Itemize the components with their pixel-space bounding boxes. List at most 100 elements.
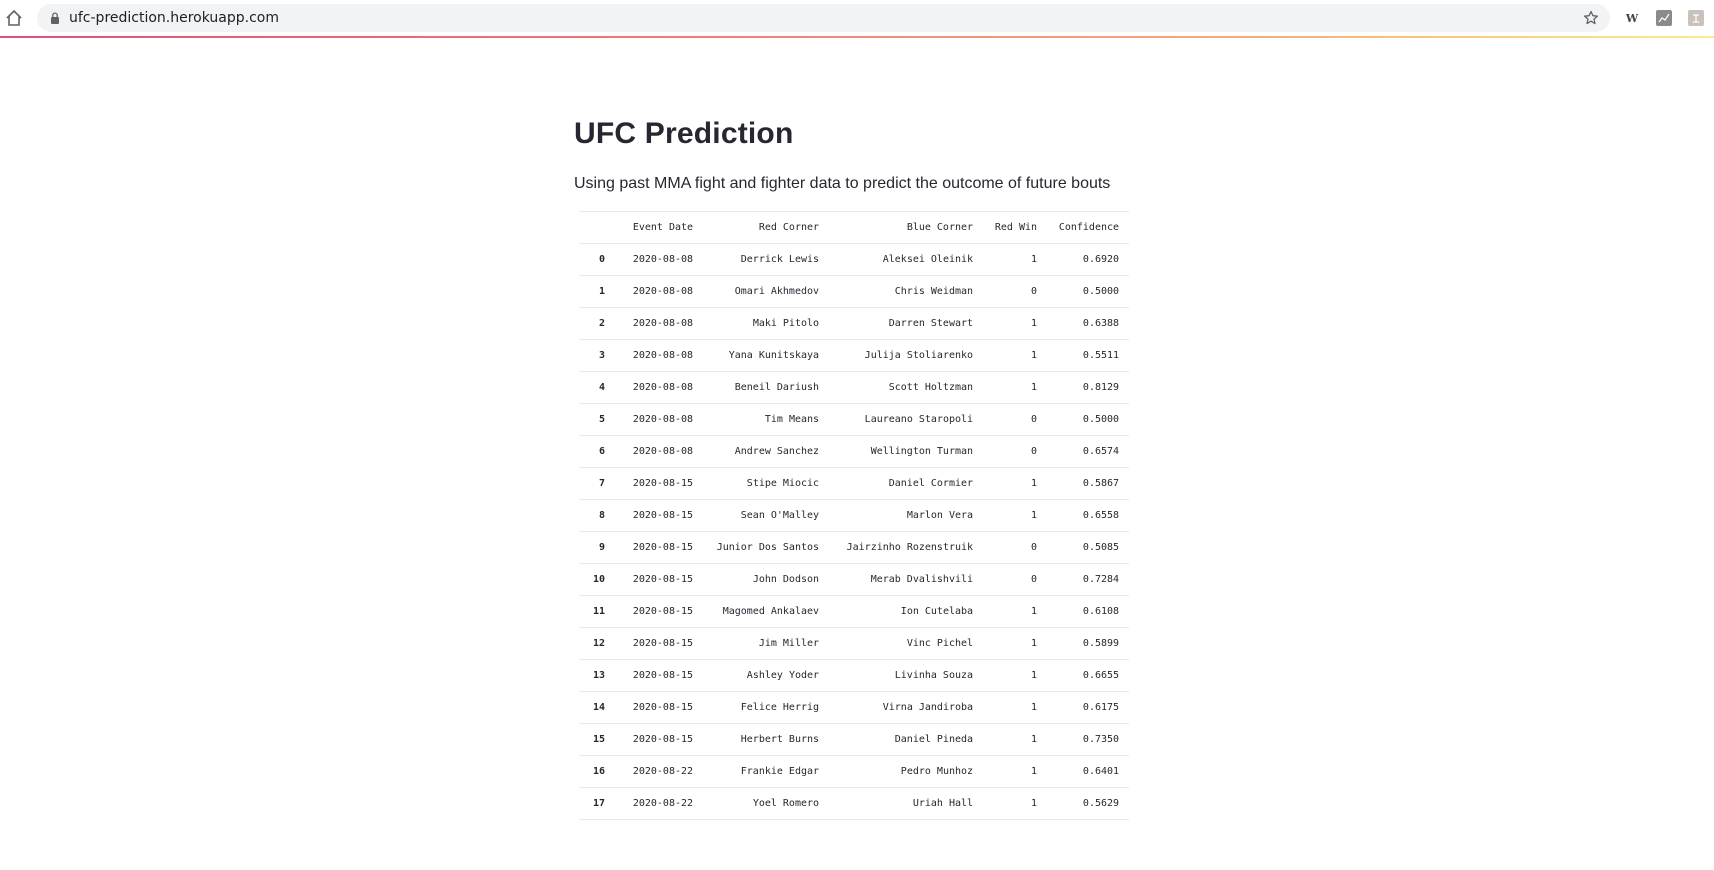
column-header-red-win[interactable]: Red Win <box>983 211 1048 244</box>
cell-event-date[interactable]: 2020-08-15 <box>613 563 704 596</box>
cell-blue-corner[interactable]: Pedro Munhoz <box>829 755 984 788</box>
cell-event-date[interactable]: 2020-08-15 <box>613 595 704 628</box>
row-index[interactable]: 16 <box>579 755 614 788</box>
row-index[interactable]: 8 <box>579 499 614 532</box>
row-index[interactable]: 13 <box>579 659 614 692</box>
cell-red-win[interactable]: 1 <box>983 691 1048 724</box>
column-header-confidence[interactable]: Confidence <box>1047 211 1130 244</box>
row-index[interactable]: 10 <box>579 563 614 596</box>
cell-event-date[interactable]: 2020-08-22 <box>613 787 704 820</box>
cell-red-corner[interactable]: Jim Miller <box>703 627 830 660</box>
cell-red-corner[interactable]: Omari Akhmedov <box>703 275 830 308</box>
cell-confidence[interactable]: 0.5867 <box>1047 467 1130 500</box>
cell-red-corner[interactable]: Beneil Dariush <box>703 371 830 404</box>
cell-red-win[interactable]: 1 <box>983 595 1048 628</box>
cell-confidence[interactable]: 0.5085 <box>1047 531 1130 564</box>
row-index[interactable]: 15 <box>579 723 614 756</box>
cell-event-date[interactable]: 2020-08-08 <box>613 371 704 404</box>
cell-event-date[interactable]: 2020-08-15 <box>613 499 704 532</box>
cell-red-win[interactable]: 1 <box>983 659 1048 692</box>
cell-blue-corner[interactable]: Darren Stewart <box>829 307 984 340</box>
column-header-index[interactable] <box>579 211 614 244</box>
cell-blue-corner[interactable]: Laureano Staropoli <box>829 403 984 436</box>
cell-confidence[interactable]: 0.6655 <box>1047 659 1130 692</box>
row-index[interactable]: 1 <box>579 275 614 308</box>
url-text[interactable]: ufc-prediction.herokuapp.com <box>69 4 279 32</box>
chart-extension-icon[interactable] <box>1656 10 1672 26</box>
cell-blue-corner[interactable]: Aleksei Oleinik <box>829 243 984 276</box>
row-index[interactable]: 5 <box>579 403 614 436</box>
cell-blue-corner[interactable]: Livinha Souza <box>829 659 984 692</box>
cell-confidence[interactable]: 0.5000 <box>1047 275 1130 308</box>
cell-red-corner[interactable]: Herbert Burns <box>703 723 830 756</box>
row-index[interactable]: 4 <box>579 371 614 404</box>
cell-confidence[interactable]: 0.5511 <box>1047 339 1130 372</box>
cell-red-win[interactable]: 1 <box>983 499 1048 532</box>
cell-blue-corner[interactable]: Scott Holtzman <box>829 371 984 404</box>
cell-red-win[interactable]: 1 <box>983 627 1048 660</box>
cell-red-corner[interactable]: Tim Means <box>703 403 830 436</box>
column-header-red-corner[interactable]: Red Corner <box>703 211 830 244</box>
cell-red-corner[interactable]: Maki Pitolo <box>703 307 830 340</box>
cell-event-date[interactable]: 2020-08-15 <box>613 659 704 692</box>
translate-extension-icon[interactable] <box>1688 10 1704 26</box>
cell-blue-corner[interactable]: Julija Stoliarenko <box>829 339 984 372</box>
bookmark-star-icon[interactable] <box>1581 8 1601 28</box>
row-index[interactable]: 12 <box>579 627 614 660</box>
cell-red-corner[interactable]: John Dodson <box>703 563 830 596</box>
cell-red-corner[interactable]: Yana Kunitskaya <box>703 339 830 372</box>
cell-event-date[interactable]: 2020-08-08 <box>613 307 704 340</box>
cell-confidence[interactable]: 0.7350 <box>1047 723 1130 756</box>
cell-red-win[interactable]: 0 <box>983 563 1048 596</box>
cell-confidence[interactable]: 0.6108 <box>1047 595 1130 628</box>
row-index[interactable]: 3 <box>579 339 614 372</box>
home-icon[interactable] <box>2 6 26 30</box>
column-header-blue-corner[interactable]: Blue Corner <box>829 211 984 244</box>
row-index[interactable]: 9 <box>579 531 614 564</box>
row-index[interactable]: 7 <box>579 467 614 500</box>
cell-red-win[interactable]: 1 <box>983 755 1048 788</box>
cell-red-win[interactable]: 1 <box>983 243 1048 276</box>
cell-blue-corner[interactable]: Wellington Turman <box>829 435 984 468</box>
cell-red-win[interactable]: 1 <box>983 787 1048 820</box>
row-index[interactable]: 11 <box>579 595 614 628</box>
cell-confidence[interactable]: 0.5629 <box>1047 787 1130 820</box>
cell-event-date[interactable]: 2020-08-08 <box>613 275 704 308</box>
row-index[interactable]: 6 <box>579 435 614 468</box>
cell-red-win[interactable]: 1 <box>983 339 1048 372</box>
cell-blue-corner[interactable]: Chris Weidman <box>829 275 984 308</box>
column-header-event-date[interactable]: Event Date <box>613 211 704 244</box>
wikipedia-extension-icon[interactable]: W <box>1624 10 1640 26</box>
cell-confidence[interactable]: 0.5000 <box>1047 403 1130 436</box>
cell-red-corner[interactable]: Yoel Romero <box>703 787 830 820</box>
cell-event-date[interactable]: 2020-08-15 <box>613 627 704 660</box>
cell-red-win[interactable]: 1 <box>983 467 1048 500</box>
cell-blue-corner[interactable]: Marlon Vera <box>829 499 984 532</box>
cell-event-date[interactable]: 2020-08-15 <box>613 691 704 724</box>
cell-confidence[interactable]: 0.6388 <box>1047 307 1130 340</box>
cell-event-date[interactable]: 2020-08-22 <box>613 755 704 788</box>
cell-blue-corner[interactable]: Daniel Cormier <box>829 467 984 500</box>
cell-blue-corner[interactable]: Virna Jandiroba <box>829 691 984 724</box>
cell-event-date[interactable]: 2020-08-15 <box>613 531 704 564</box>
cell-event-date[interactable]: 2020-08-08 <box>613 435 704 468</box>
cell-red-corner[interactable]: Frankie Edgar <box>703 755 830 788</box>
cell-event-date[interactable]: 2020-08-08 <box>613 339 704 372</box>
cell-red-win[interactable]: 1 <box>983 307 1048 340</box>
cell-red-corner[interactable]: Andrew Sanchez <box>703 435 830 468</box>
cell-confidence[interactable]: 0.6558 <box>1047 499 1130 532</box>
cell-red-corner[interactable]: Sean O'Malley <box>703 499 830 532</box>
cell-event-date[interactable]: 2020-08-08 <box>613 403 704 436</box>
cell-blue-corner[interactable]: Daniel Pineda <box>829 723 984 756</box>
cell-blue-corner[interactable]: Jairzinho Rozenstruik <box>829 531 984 564</box>
cell-event-date[interactable]: 2020-08-08 <box>613 243 704 276</box>
row-index[interactable]: 14 <box>579 691 614 724</box>
cell-red-corner[interactable]: Stipe Miocic <box>703 467 830 500</box>
row-index[interactable]: 17 <box>579 787 614 820</box>
cell-confidence[interactable]: 0.6574 <box>1047 435 1130 468</box>
row-index[interactable]: 0 <box>579 243 614 276</box>
cell-blue-corner[interactable]: Ion Cutelaba <box>829 595 984 628</box>
cell-red-win[interactable]: 0 <box>983 275 1048 308</box>
cell-red-corner[interactable]: Felice Herrig <box>703 691 830 724</box>
cell-event-date[interactable]: 2020-08-15 <box>613 723 704 756</box>
